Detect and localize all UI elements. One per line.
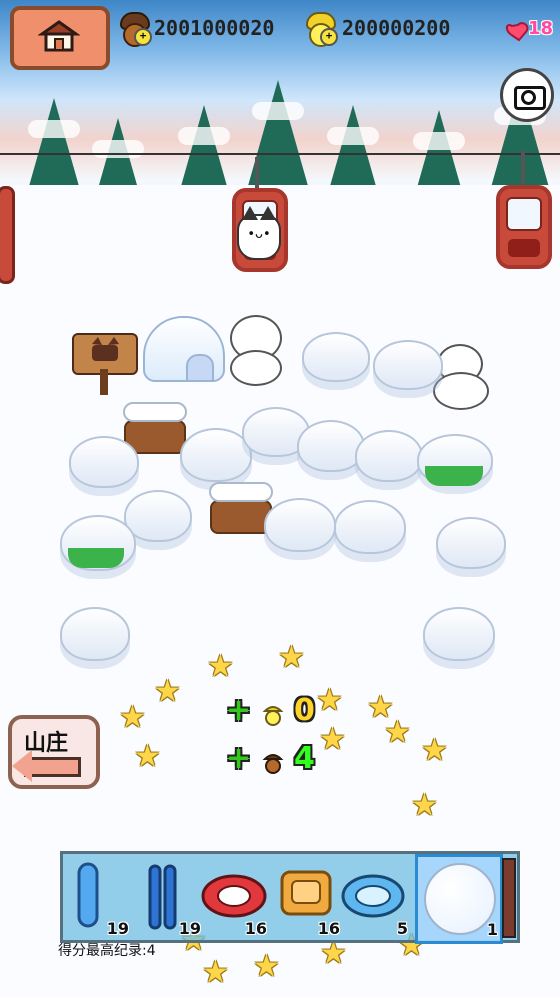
cat-sign-icon <box>92 337 119 361</box>
home-icon <box>38 20 80 52</box>
brown-acorn-icon <box>262 748 284 774</box>
gold-acorn-value: 200000200 <box>342 16 451 40</box>
brown-acorn-value: 2001000020 <box>154 16 275 40</box>
gondola-hook <box>255 157 259 191</box>
snowman-cat-body <box>230 350 282 386</box>
snow-mound[interactable] <box>69 436 139 488</box>
sign-post <box>100 369 108 395</box>
cat-passenger[interactable]: •ᴗ• <box>237 206 281 260</box>
star-icon: ★ <box>411 788 438 823</box>
gondola-right <box>496 185 552 269</box>
tray-item-count: 16 <box>317 919 340 938</box>
gold-acorn-counter[interactable]: + 200000200 <box>306 12 476 48</box>
tray-item-count: 19 <box>178 919 201 938</box>
high-score-text: 得分最高纪录:4 <box>58 943 156 959</box>
star-icon: ★ <box>384 715 411 750</box>
brown-acorn-counter[interactable]: + 2001000020 <box>120 12 280 48</box>
star-icon: ★ <box>421 733 448 768</box>
tree-stump[interactable] <box>210 500 272 534</box>
star-icon: ★ <box>207 649 234 684</box>
star-icon: ★ <box>253 949 280 984</box>
snow-mound[interactable] <box>373 340 443 390</box>
snow-mound[interactable] <box>423 607 495 661</box>
snow-mound[interactable] <box>436 517 506 569</box>
home-button[interactable] <box>10 6 110 70</box>
gold-reward-amount: 0 <box>294 693 315 728</box>
arrow-left-icon <box>24 757 81 777</box>
game-stage: + 2001000020 + 200000200 18 •ᴗ• 山庄 + 0 +… <box>0 0 560 997</box>
snow-mound[interactable] <box>60 607 130 661</box>
camera-lens-icon <box>521 90 536 105</box>
snow-cap <box>209 482 273 502</box>
tray-item-snow-ring-red[interactable]: 16 <box>201 854 269 940</box>
gondola-hook <box>521 150 525 184</box>
star-icon: ★ <box>319 722 346 757</box>
brown-reward-amount: 4 <box>294 741 315 776</box>
tray-item-snowball-selected[interactable]: 1 <box>415 854 503 944</box>
tray-item-snow-bed-orange[interactable]: 16 <box>274 854 342 940</box>
gondola-edge <box>0 186 15 284</box>
item-tray: 19 19 16 16 5 1 <box>60 851 520 944</box>
brown-acorn-icon: + <box>120 12 152 47</box>
forest-background <box>0 80 560 238</box>
snowball-icon <box>424 863 496 935</box>
tray-item-count: 1 <box>486 920 498 939</box>
snowman-bear-body <box>433 372 489 410</box>
igloo-door <box>186 354 214 382</box>
plus-icon: + <box>320 28 338 46</box>
arrow-left-head-icon <box>12 750 32 782</box>
plus-icon: + <box>134 28 152 46</box>
snow-mound[interactable] <box>355 430 423 482</box>
tray-scroll-handle[interactable] <box>502 858 516 938</box>
gold-acorn-icon: + <box>306 12 338 47</box>
snow-mound[interactable] <box>334 500 406 554</box>
star-icon: ★ <box>134 739 161 774</box>
snow-ring-red-icon <box>201 874 267 918</box>
star-icon: ★ <box>202 955 229 990</box>
acorn-reward-popup: + 0 + 4 <box>226 693 315 776</box>
tray-item-skis[interactable]: 19 <box>135 854 203 940</box>
tray-item-snow-ring-blue[interactable]: 5 <box>341 854 410 940</box>
tray-item-count: 19 <box>106 919 129 938</box>
camera-button[interactable] <box>500 68 554 122</box>
snow-mound[interactable] <box>297 420 365 472</box>
tray-item-sled[interactable]: 19 <box>63 854 131 940</box>
star-icon: ★ <box>316 683 343 718</box>
snow-cap <box>123 402 187 422</box>
heart-badge[interactable]: 18 <box>504 16 554 44</box>
tray-item-count: 5 <box>396 919 408 938</box>
gold-acorn-icon <box>262 700 284 726</box>
star-icon: ★ <box>154 674 181 709</box>
snow-mound[interactable] <box>302 332 370 382</box>
star-icon: ★ <box>119 700 146 735</box>
tray-item-count: 16 <box>244 919 267 938</box>
gondola-wire <box>0 153 560 155</box>
snow-mound[interactable] <box>264 498 336 552</box>
lodge-button[interactable]: 山庄 <box>8 715 100 789</box>
star-icon: ★ <box>278 640 305 675</box>
heart-count: 18 <box>528 18 554 39</box>
